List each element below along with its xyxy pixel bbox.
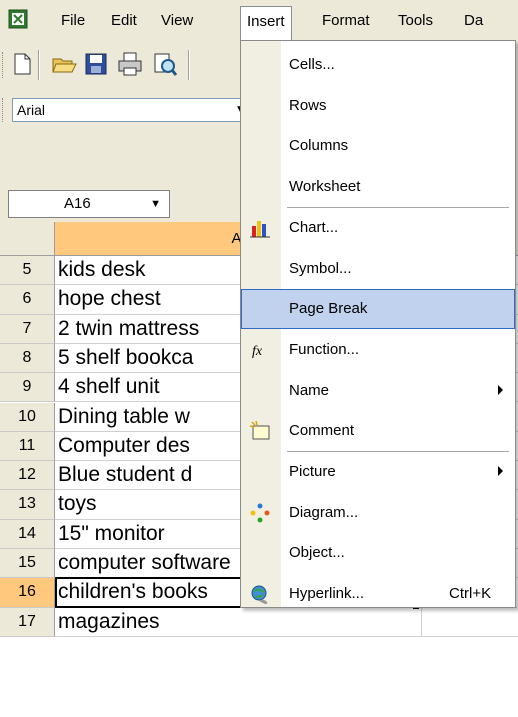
toolbar-separator (38, 50, 40, 80)
print-icon[interactable] (116, 50, 144, 78)
menu-item-label: Object... (289, 544, 345, 562)
menu-edit[interactable]: Edit (105, 8, 143, 34)
menu-item-label: Rows (289, 96, 327, 114)
row-header[interactable]: 11 (0, 431, 55, 462)
menu-item-columns[interactable]: Columns (241, 126, 515, 166)
row-header[interactable]: 12 (0, 461, 55, 491)
menu-item-label: Picture (289, 463, 336, 480)
submenu-arrow-icon (498, 466, 503, 476)
chevron-down-icon[interactable]: ▼ (150, 191, 161, 217)
menu-item-label: Worksheet (289, 178, 361, 196)
menu-item-label: Columns (289, 137, 349, 155)
row-header[interactable]: 5 (0, 256, 55, 286)
menu-item-hyperlink[interactable]: Hyperlink... Ctrl+K (241, 574, 515, 614)
diagram-icon (250, 503, 270, 523)
menu-item-label: Hyperlink... (289, 585, 365, 603)
select-all-corner[interactable] (0, 222, 55, 255)
row-header[interactable]: 9 (0, 373, 55, 403)
menu-format[interactable]: Format (316, 8, 376, 34)
menu-item-label: Chart... (289, 218, 339, 236)
font-name-box[interactable]: Arial ▼ (12, 98, 250, 122)
row-header[interactable]: 10 (0, 402, 55, 432)
save-icon[interactable] (82, 50, 110, 78)
menu-item-object[interactable]: Object... (241, 533, 515, 573)
menu-item-function[interactable]: fx Function... (241, 330, 515, 370)
toolbar-gripper[interactable] (2, 98, 6, 122)
row-header[interactable]: 7 (0, 314, 55, 344)
menu-item-label: Symbol... (289, 259, 352, 277)
menu-item-worksheet[interactable]: Worksheet (241, 167, 515, 207)
menu-item-diagram[interactable]: Diagram... (241, 493, 515, 533)
insert-menu-dropdown: Cells... Rows Columns Worksheet Chart... Symb… (240, 40, 516, 608)
menu-data[interactable]: Da (458, 8, 489, 34)
comment-icon (249, 421, 270, 440)
print-preview-icon[interactable] (150, 50, 178, 78)
menu-item-label: Page Break (289, 300, 368, 318)
font-name-value: Arial (17, 102, 46, 118)
new-document-icon[interactable] (8, 50, 36, 78)
menu-item-name[interactable]: Name (241, 371, 515, 411)
menu-view[interactable]: View (155, 8, 199, 34)
chart-icon (250, 220, 270, 238)
row-header[interactable]: 15 (0, 549, 55, 579)
toolbar-separator (188, 50, 190, 80)
row-header[interactable]: 13 (0, 490, 55, 520)
menu-item-label: Function... (289, 340, 360, 358)
svg-text:fx: fx (252, 344, 263, 359)
menu-item-symbol[interactable]: Symbol... (241, 249, 515, 289)
menu-insert[interactable]: Insert (240, 6, 292, 41)
menu-item-rows[interactable]: Rows (241, 86, 515, 126)
function-icon: fx (252, 344, 263, 359)
row-header[interactable]: 17 (0, 607, 55, 637)
row-header[interactable]: 6 (0, 285, 55, 315)
menu-item-picture[interactable]: Picture (241, 452, 515, 492)
row-header[interactable]: 8 (0, 343, 55, 374)
open-folder-icon[interactable] (50, 50, 78, 78)
submenu-arrow-icon (498, 384, 503, 395)
menu-item-shortcut: Ctrl+K (449, 585, 492, 603)
name-box[interactable]: A16 ▼ (8, 190, 170, 218)
toolbar-gripper[interactable] (2, 52, 6, 78)
hyperlink-icon (251, 585, 268, 605)
menu-item-chart[interactable]: Chart... (241, 208, 515, 248)
row-header[interactable]: 16 (0, 578, 55, 608)
menu-item-cells[interactable]: Cells... (241, 45, 515, 85)
row-header[interactable]: 14 (0, 519, 55, 549)
menu-item-label: Name (289, 381, 330, 399)
menu-item-label: Comment (289, 422, 355, 440)
menu-item-pagebreak[interactable]: Page Break (241, 289, 515, 330)
excel-app-icon[interactable] (8, 9, 28, 29)
menu-item-comment[interactable]: Comment (241, 411, 515, 451)
menu-item-label: Cells... (289, 56, 335, 73)
menu-tools[interactable]: Tools (392, 8, 439, 34)
menu-bar: File Edit View Insert Format Tools Da (0, 0, 518, 41)
name-box-value: A16 (64, 195, 91, 212)
menu-file[interactable]: File (55, 8, 91, 34)
menu-item-label: Diagram... (289, 503, 359, 521)
